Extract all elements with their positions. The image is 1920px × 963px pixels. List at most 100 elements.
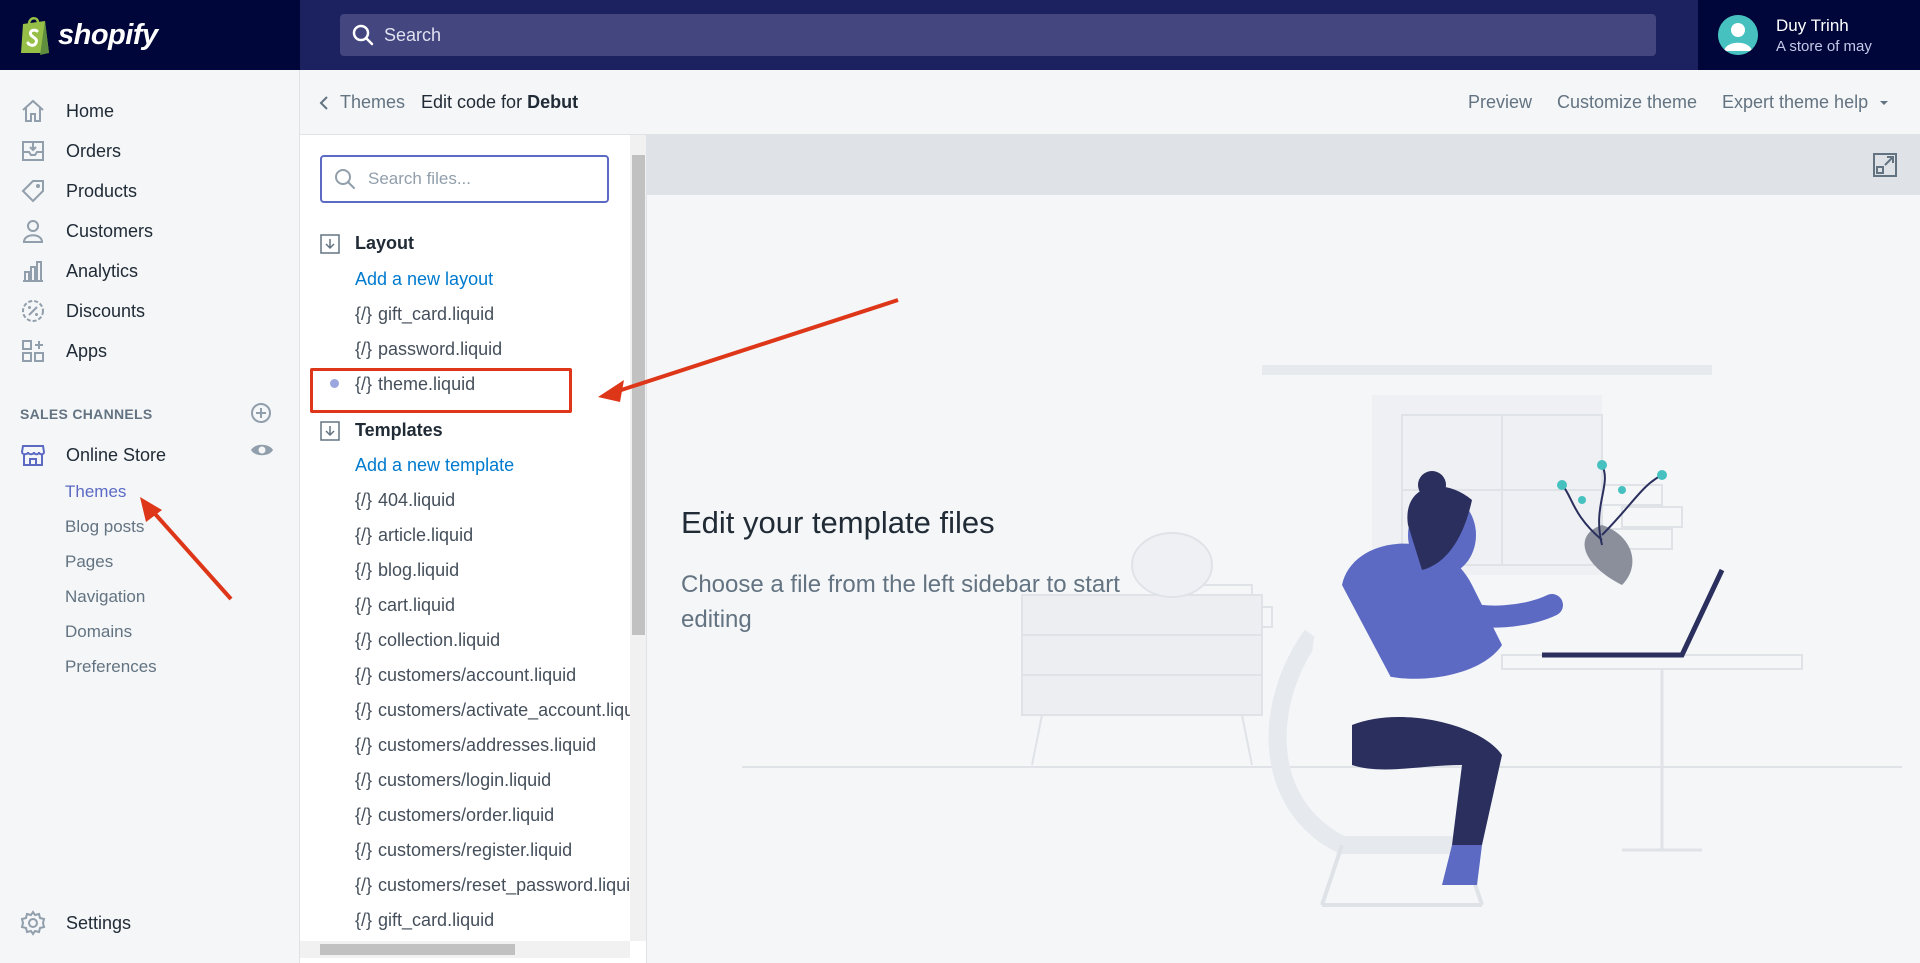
liquid-file-icon: {/} bbox=[355, 770, 373, 790]
file-name: gift_card.liquid bbox=[378, 910, 495, 930]
liquid-file-icon: {/} bbox=[355, 840, 373, 860]
nav-item-customers[interactable]: Customers bbox=[0, 211, 300, 251]
file-item[interactable]: {/} customers/activate_account.liquid bbox=[355, 700, 647, 721]
file-item[interactable]: {/} article.liquid bbox=[355, 525, 473, 546]
left-navigation: Home Orders Products Customers Analytics… bbox=[0, 70, 300, 963]
file-item[interactable]: {/} customers/login.liquid bbox=[355, 770, 551, 791]
breadcrumb-themes: Themes bbox=[340, 92, 406, 112]
file-item[interactable]: {/} 404.liquid bbox=[355, 490, 455, 511]
nav-label: Apps bbox=[66, 340, 108, 361]
file-name: customers/activate_account.liquid bbox=[378, 700, 647, 720]
developer-illustration bbox=[742, 365, 1902, 907]
expert-help-dropdown[interactable]: Expert theme help bbox=[1722, 92, 1890, 113]
nav-sub-navigation[interactable]: Navigation bbox=[65, 587, 145, 607]
liquid-file-icon: {/} bbox=[355, 630, 373, 650]
top-bar: shopify Search Duy Trinh A store of may bbox=[0, 0, 1920, 70]
person-icon bbox=[22, 220, 44, 243]
expand-icon[interactable] bbox=[1872, 152, 1898, 178]
avatar bbox=[1718, 15, 1758, 55]
nav-label: Settings bbox=[66, 912, 132, 933]
annotation-highlight-box bbox=[310, 368, 572, 413]
nav-label: Customers bbox=[66, 220, 154, 241]
file-item[interactable]: {/} customers/account.liquid bbox=[355, 665, 576, 686]
expert-help-label: Expert theme help bbox=[1722, 92, 1869, 112]
file-name: 404.liquid bbox=[378, 490, 456, 510]
file-item[interactable]: {/} cart.liquid bbox=[355, 595, 455, 616]
file-item[interactable]: {/} blog.liquid bbox=[355, 560, 459, 581]
nav-label: Products bbox=[66, 180, 138, 201]
nav-sub-pages[interactable]: Pages bbox=[65, 552, 113, 572]
file-item[interactable]: {/} customers/register.liquid bbox=[355, 840, 572, 861]
page-title: Edit code for Debut bbox=[421, 92, 578, 113]
file-item[interactable]: {/} customers/addresses.liquid bbox=[355, 735, 596, 756]
folder-templates[interactable]: Templates bbox=[320, 420, 443, 441]
user-menu[interactable]: Duy Trinh A store of may bbox=[1698, 0, 1920, 70]
discount-icon bbox=[22, 300, 44, 322]
chevron-left-icon bbox=[319, 95, 328, 110]
nav-label: Discounts bbox=[66, 300, 146, 321]
page-title-prefix: Edit code for bbox=[421, 92, 523, 112]
liquid-file-icon: {/} bbox=[355, 304, 373, 324]
horizontal-scrollbar[interactable] bbox=[300, 941, 630, 958]
file-item[interactable]: {/} customers/order.liquid bbox=[355, 805, 554, 826]
nav-item-apps[interactable]: Apps bbox=[0, 331, 300, 371]
global-search[interactable]: Search bbox=[340, 14, 1656, 56]
liquid-file-icon: {/} bbox=[355, 339, 373, 359]
preview-link[interactable]: Preview bbox=[1468, 92, 1532, 113]
add-template-link[interactable]: Add a new template bbox=[355, 455, 514, 476]
nav-item-discounts[interactable]: Discounts bbox=[0, 291, 300, 331]
file-item[interactable]: {/} gift_card.liquid bbox=[355, 910, 494, 931]
nav-item-products[interactable]: Products bbox=[0, 171, 300, 211]
scroll-thumb[interactable] bbox=[320, 944, 515, 955]
editor-area: Edit your template files Choose a file f… bbox=[647, 135, 1920, 963]
nav-sub-themes[interactable]: Themes bbox=[65, 482, 126, 502]
file-search-input[interactable] bbox=[368, 169, 588, 189]
nav-item-settings[interactable]: Settings bbox=[0, 903, 300, 943]
nav-sub-preferences[interactable]: Preferences bbox=[65, 657, 157, 677]
liquid-file-icon: {/} bbox=[355, 560, 373, 580]
liquid-file-icon: {/} bbox=[355, 595, 373, 615]
nav-item-home[interactable]: Home bbox=[0, 91, 300, 131]
tag-icon bbox=[21, 180, 44, 203]
nav-sub-blog-posts[interactable]: Blog posts bbox=[65, 517, 144, 537]
add-channel-icon[interactable] bbox=[250, 402, 272, 424]
breadcrumb[interactable]: Themes bbox=[318, 92, 405, 113]
file-item[interactable]: {/} collection.liquid bbox=[355, 630, 500, 651]
gear-icon bbox=[20, 910, 46, 936]
orders-icon bbox=[22, 141, 44, 161]
file-name: collection.liquid bbox=[378, 630, 501, 650]
theme-name: Debut bbox=[527, 92, 579, 112]
file-name: customers/account.liquid bbox=[378, 665, 577, 685]
nav-item-analytics[interactable]: Analytics bbox=[0, 251, 300, 291]
nav-sub-domains[interactable]: Domains bbox=[65, 622, 132, 642]
eye-icon[interactable] bbox=[250, 442, 274, 458]
file-search[interactable] bbox=[320, 155, 609, 203]
file-item[interactable]: {/} gift_card.liquid bbox=[355, 304, 494, 325]
shopify-bag-icon bbox=[18, 15, 52, 55]
customize-theme-link[interactable]: Customize theme bbox=[1557, 92, 1697, 113]
file-name: gift_card.liquid bbox=[378, 304, 495, 324]
scroll-thumb[interactable] bbox=[632, 155, 645, 635]
editor-toolbar bbox=[647, 135, 1920, 195]
vertical-scrollbar[interactable] bbox=[630, 135, 646, 941]
nav-item-orders[interactable]: Orders bbox=[0, 131, 300, 171]
liquid-file-icon: {/} bbox=[355, 525, 373, 545]
file-name: customers/addresses.liquid bbox=[378, 735, 597, 755]
search-icon bbox=[352, 24, 374, 46]
folder-label: Layout bbox=[355, 233, 415, 253]
user-store: A store of may bbox=[1776, 37, 1872, 55]
folder-download-icon bbox=[320, 233, 340, 254]
folder-download-icon bbox=[320, 420, 340, 441]
add-layout-link[interactable]: Add a new layout bbox=[355, 269, 493, 290]
file-item[interactable]: {/} customers/reset_password.liquid bbox=[355, 875, 640, 896]
file-name: customers/login.liquid bbox=[378, 770, 552, 790]
nav-label: Home bbox=[66, 100, 115, 121]
folder-label: Templates bbox=[355, 420, 443, 440]
folder-layout[interactable]: Layout bbox=[320, 233, 414, 254]
bar-chart-icon bbox=[23, 261, 43, 282]
file-item[interactable]: {/} password.liquid bbox=[355, 339, 502, 360]
shopify-logo[interactable]: shopify bbox=[0, 0, 300, 70]
user-name: Duy Trinh bbox=[1776, 15, 1849, 35]
store-icon bbox=[20, 445, 46, 466]
file-name: blog.liquid bbox=[378, 560, 460, 580]
